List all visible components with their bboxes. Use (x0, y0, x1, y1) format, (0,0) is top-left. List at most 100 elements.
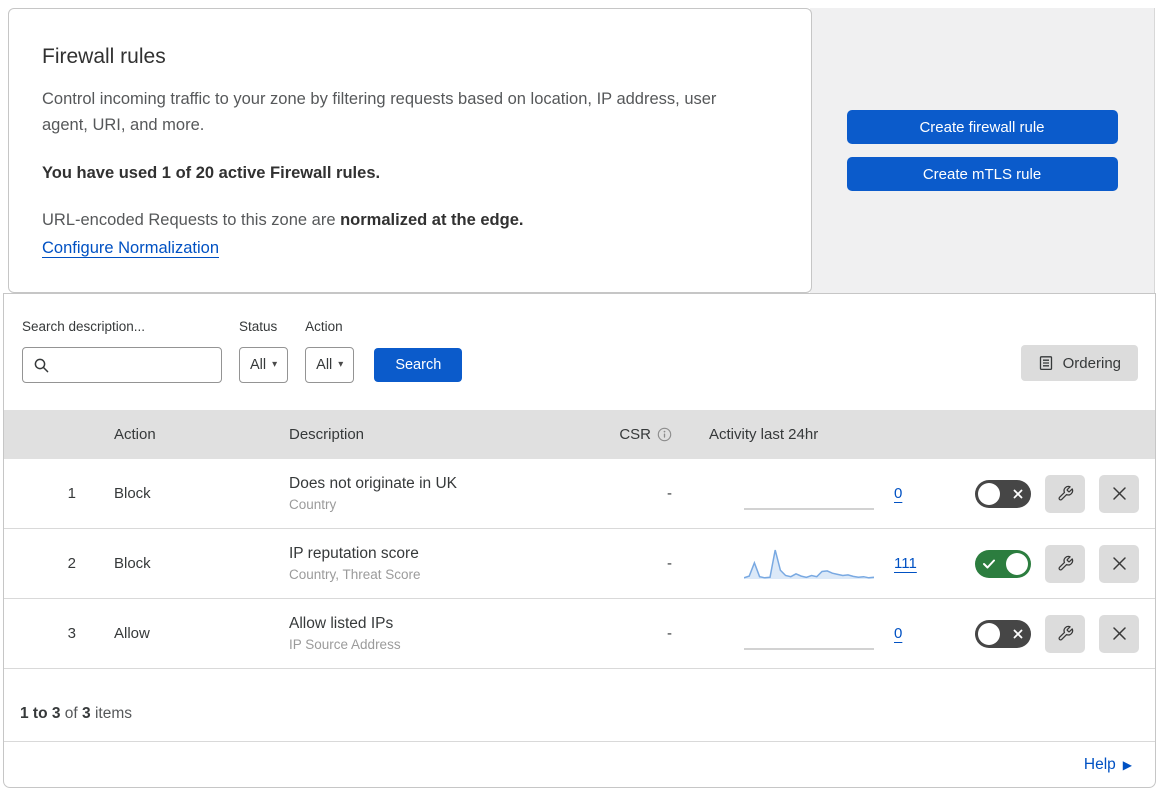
filter-bar: Search description... Status All ▾ Actio… (4, 294, 1155, 410)
firewall-rule-row: 3 Allow Allow listed IPs IP Source Addre… (4, 599, 1155, 669)
header-description: Description (289, 426, 365, 443)
rule-controls (934, 474, 1155, 513)
wrench-icon (1057, 625, 1074, 642)
action-filter-group: Action All ▾ (305, 318, 355, 383)
configure-normalization-link[interactable]: Configure Normalization (42, 239, 219, 258)
check-icon (983, 559, 995, 569)
delete-rule-button[interactable] (1099, 544, 1139, 583)
wrench-icon (1057, 555, 1074, 572)
rule-action: Block (114, 485, 151, 502)
rule-csr-value: - (667, 485, 672, 502)
rule-action: Allow (114, 625, 150, 642)
status-filter-group: Status All ▾ (239, 318, 289, 383)
rule-csr-value: - (667, 555, 672, 572)
close-icon (1112, 626, 1127, 641)
items-total: 3 (82, 705, 91, 722)
status-dropdown[interactable]: All ▾ (239, 347, 289, 383)
actions-panel: Create firewall rule Create mTLS rule (810, 8, 1155, 293)
normalization-prefix: URL-encoded Requests to this zone are (42, 211, 341, 229)
toggle-knob (978, 622, 1000, 645)
search-button[interactable]: Search (374, 348, 463, 382)
rule-activity-cell: 111 (689, 547, 934, 581)
activity-sparkline (744, 617, 874, 651)
page-title: Firewall rules (42, 45, 166, 68)
items-range: 1 to 3 (20, 705, 61, 722)
ordering-button[interactable]: Ordering (1020, 345, 1138, 381)
delete-rule-button[interactable] (1099, 614, 1139, 653)
edit-rule-button[interactable] (1045, 544, 1085, 583)
activity-count-link[interactable]: 0 (894, 625, 902, 642)
edit-rule-button[interactable] (1045, 614, 1085, 653)
firewall-rule-row: 2 Block IP reputation score Country, Thr… (4, 529, 1155, 599)
chevron-down-icon: ▾ (272, 359, 278, 370)
delete-rule-button[interactable] (1099, 474, 1139, 513)
search-input-box[interactable] (22, 347, 222, 383)
rule-fields: Country, Threat Score (289, 567, 421, 582)
edit-rule-button[interactable] (1045, 474, 1085, 513)
ordering-button-label: Ordering (1062, 354, 1121, 372)
help-arrow-icon: ▶ (1122, 758, 1132, 772)
header-action: Action (114, 426, 156, 443)
activity-sparkline (744, 477, 874, 511)
normalization-text: URL-encoded Requests to this zone are no… (42, 211, 771, 230)
rule-fields: Country (289, 497, 337, 512)
rule-action: Block (114, 555, 151, 572)
header-csr-label: CSR (619, 426, 651, 443)
rule-controls (934, 614, 1155, 653)
ordering-list-icon (1038, 355, 1054, 371)
items-of: of (64, 705, 78, 722)
close-icon (1112, 556, 1127, 571)
status-dropdown-value: All (250, 357, 267, 373)
rules-list-panel: Search description... Status All ▾ Actio… (3, 293, 1156, 788)
activity-sparkline (743, 547, 875, 581)
action-dropdown[interactable]: All ▾ (305, 347, 355, 383)
action-dropdown-value: All (316, 357, 333, 373)
create-firewall-rule-button[interactable]: Create firewall rule (846, 110, 1118, 144)
rule-priority: 1 (67, 485, 76, 502)
cross-icon (1013, 629, 1023, 639)
search-label: Search description... (22, 319, 146, 334)
wrench-icon (1057, 485, 1074, 502)
toggle-knob (978, 482, 1000, 505)
status-label: Status (239, 319, 278, 334)
rule-activity-cell: 0 (689, 477, 934, 511)
rule-description: Allow listed IPs (289, 615, 394, 632)
search-input[interactable] (56, 357, 213, 373)
items-word: items (94, 705, 133, 722)
rule-description-cell: Allow listed IPs IP Source Address (269, 615, 579, 652)
firewall-rule-row: 1 Block Does not originate in UK Country… (4, 459, 1155, 529)
rule-description-cell: IP reputation score Country, Threat Scor… (269, 545, 579, 582)
cross-icon (1013, 489, 1023, 499)
rule-csr-value: - (667, 625, 672, 642)
rule-fields: IP Source Address (289, 637, 401, 652)
toggle-knob (1006, 552, 1028, 575)
close-icon (1112, 486, 1127, 501)
info-icon[interactable] (657, 427, 672, 442)
help-link[interactable]: Help (1084, 756, 1116, 774)
rule-controls (934, 544, 1155, 583)
search-group: Search description... (22, 318, 222, 383)
header-csr: CSR (579, 426, 689, 443)
search-icon (33, 357, 50, 374)
rule-enabled-toggle[interactable] (975, 549, 1031, 578)
help-row: Help ▶ (4, 742, 1155, 787)
page-description: Control incoming traffic to your zone by… (42, 90, 717, 134)
action-label: Action (305, 319, 343, 334)
rule-activity-cell: 0 (689, 617, 934, 651)
activity-count-link[interactable]: 0 (894, 485, 902, 502)
items-count: 1 to 3 of 3 items (4, 669, 1155, 742)
rule-description: IP reputation score (289, 545, 419, 562)
activity-count-link[interactable]: 111 (894, 555, 917, 572)
create-mtls-rule-button[interactable]: Create mTLS rule (846, 157, 1118, 191)
rule-description-cell: Does not originate in UK Country (269, 475, 579, 512)
chevron-down-icon: ▾ (338, 359, 344, 370)
header-activity: Activity last 24hr (709, 426, 819, 443)
rule-enabled-toggle[interactable] (975, 479, 1031, 508)
rule-description: Does not originate in UK (289, 475, 458, 492)
table-header: Action Description CSR Activity last 24h… (4, 410, 1155, 459)
firewall-rules-card: Firewall rules Control incoming traffic … (8, 8, 812, 293)
rule-priority: 3 (67, 625, 76, 642)
rule-enabled-toggle[interactable] (975, 619, 1031, 648)
rule-priority: 2 (67, 555, 76, 572)
usage-summary: You have used 1 of 20 active Firewall ru… (42, 164, 381, 182)
